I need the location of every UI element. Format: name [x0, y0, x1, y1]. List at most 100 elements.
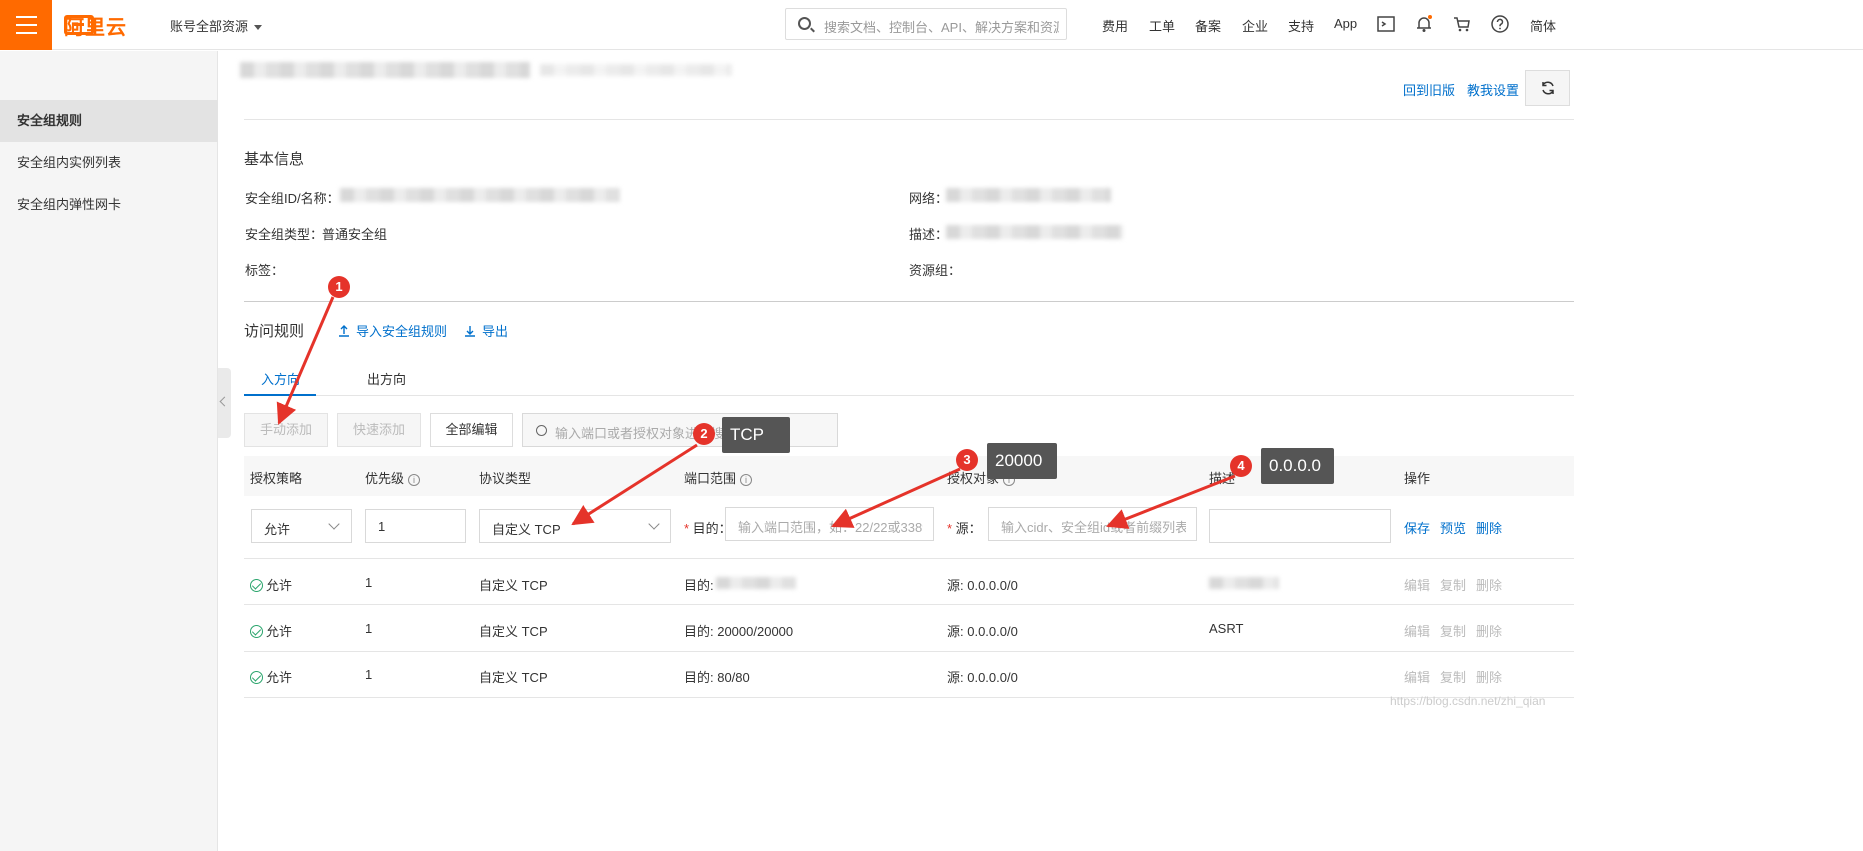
- nav-enterprise[interactable]: 企业: [1242, 16, 1268, 35]
- caret-down-icon: [254, 25, 263, 31]
- delete-link[interactable]: 删除: [1476, 575, 1502, 594]
- import-rules-link[interactable]: 导入安全组规则: [338, 321, 447, 340]
- sidebar-item-instances[interactable]: 安全组内实例列表: [0, 142, 218, 184]
- source-label: * 源：: [947, 518, 982, 537]
- menu-icon[interactable]: [0, 0, 52, 50]
- tab-inbound[interactable]: 入方向: [261, 369, 300, 388]
- required-asterisk: *: [684, 521, 693, 536]
- check-circle-icon: [250, 671, 263, 684]
- edit-link[interactable]: 编辑: [1404, 621, 1430, 640]
- row-divider: [244, 651, 1574, 652]
- search-placeholder: 搜索文档、控制台、API、解决方案和资源: [824, 20, 1059, 35]
- edit-link[interactable]: 编辑: [1404, 667, 1430, 686]
- port-cell: 目的: 80/80: [684, 670, 750, 685]
- priority-cell: 1: [365, 575, 373, 590]
- info-icon[interactable]: i: [408, 474, 421, 486]
- sg-type-value: 普通安全组: [322, 227, 388, 242]
- global-search[interactable]: 搜索文档、控制台、API、解决方案和资源: [785, 8, 1067, 40]
- col-port-range: 端口范围 i: [684, 468, 753, 487]
- download-icon: [465, 326, 475, 337]
- redacted-page-subtitle: [540, 64, 732, 76]
- source-cell: 源: 0.0.0.0/0: [947, 670, 1018, 685]
- sidebar-item-eni[interactable]: 安全组内弹性网卡: [0, 184, 218, 226]
- port-range-input[interactable]: 输入端口范围，如：22/22或3389/3389: [725, 507, 934, 541]
- save-link[interactable]: 保存: [1404, 518, 1430, 537]
- policy-select[interactable]: 允许: [251, 509, 352, 543]
- row-divider: [244, 558, 1574, 559]
- chevron-down-icon: [648, 518, 660, 530]
- manual-add-button[interactable]: 手动添加: [244, 413, 328, 447]
- description-label: 描述：: [909, 227, 949, 242]
- source-placeholder: 输入cidr、安全组id或者前缀列表: [1001, 520, 1186, 535]
- redacted-page-title: [240, 62, 530, 78]
- row-divider: [244, 604, 1574, 605]
- description-input[interactable]: [1209, 509, 1391, 543]
- redacted-description: [946, 225, 1123, 239]
- policy-cell: 允许: [250, 667, 292, 686]
- sidebar-collapse-handle[interactable]: [218, 368, 231, 438]
- delete-link[interactable]: 删除: [1476, 621, 1502, 640]
- col-actions: 操作: [1404, 471, 1431, 486]
- copy-link[interactable]: 复制: [1440, 667, 1466, 686]
- protocol-select-value: 自定义 TCP: [492, 522, 561, 537]
- sidebar-item-sg-rules[interactable]: 安全组规则: [0, 100, 218, 142]
- delete-link[interactable]: 删除: [1476, 667, 1502, 686]
- policy-cell: 允许: [250, 575, 292, 594]
- copy-link[interactable]: 复制: [1440, 621, 1466, 640]
- nav-fees[interactable]: 费用: [1102, 16, 1128, 35]
- delete-link[interactable]: 删除: [1476, 518, 1502, 537]
- preview-link[interactable]: 预览: [1440, 518, 1466, 537]
- refresh-icon: [1542, 81, 1554, 95]
- port-range-placeholder: 输入端口范围，如：22/22或3389/3389: [738, 520, 923, 535]
- network-label: 网络：: [909, 191, 949, 206]
- export-link[interactable]: 导出: [464, 321, 508, 340]
- account-resource-selector[interactable]: 账号全部资源: [170, 16, 263, 35]
- rule-filter-input[interactable]: 输入端口或者授权对象进行搜索: [522, 413, 838, 447]
- search-icon: [798, 17, 811, 30]
- help-icon[interactable]: [1490, 14, 1510, 34]
- upload-icon: [339, 325, 349, 337]
- sidebar: 安全组规则 安全组内实例列表 安全组内弹性网卡: [0, 51, 218, 851]
- protocol-select[interactable]: 自定义 TCP: [479, 509, 671, 543]
- policy-cell: 允许: [250, 621, 292, 640]
- redacted-sg-id: [340, 188, 620, 202]
- refresh-button[interactable]: [1525, 70, 1570, 106]
- check-circle-icon: [250, 579, 263, 592]
- priority-cell: 1: [365, 667, 373, 682]
- edit-link[interactable]: 编辑: [1404, 575, 1430, 594]
- source-input[interactable]: 输入cidr、安全组id或者前缀列表: [988, 507, 1197, 541]
- description-cell: ASRT: [1209, 621, 1244, 636]
- logo-text: 阿里云: [64, 16, 127, 39]
- edit-all-button[interactable]: 全部编辑: [430, 413, 513, 447]
- tab-outbound[interactable]: 出方向: [367, 369, 406, 388]
- col-priority-label: 优先级: [365, 471, 405, 486]
- source-label-text: 源：: [955, 521, 982, 536]
- port-cell: 目的:: [684, 578, 714, 593]
- priority-input[interactable]: 1: [365, 509, 466, 543]
- terminal-icon[interactable]: [1376, 14, 1396, 34]
- priority-input-value: 1: [378, 519, 386, 534]
- quick-add-button[interactable]: 快速添加: [337, 413, 421, 447]
- nav-support[interactable]: 支持: [1288, 16, 1314, 35]
- back-to-old-version-link[interactable]: 回到旧版: [1403, 80, 1455, 99]
- teach-me-setup-link[interactable]: 教我设置: [1467, 80, 1519, 99]
- aliyun-logo[interactable]: 阿里云: [64, 12, 126, 39]
- cart-icon[interactable]: [1452, 14, 1472, 34]
- active-tab-indicator: [244, 394, 316, 396]
- nav-app[interactable]: App: [1334, 16, 1357, 31]
- language-switch[interactable]: 简体: [1530, 16, 1556, 35]
- export-label: 导出: [482, 324, 509, 339]
- policy-value: 允许: [266, 624, 293, 639]
- annotation-badge-3: 3: [956, 449, 978, 471]
- copy-link[interactable]: 复制: [1440, 575, 1466, 594]
- import-rules-label: 导入安全组规则: [356, 324, 448, 339]
- info-icon[interactable]: i: [740, 474, 753, 486]
- col-policy: 授权策略: [250, 471, 303, 486]
- nav-tickets[interactable]: 工单: [1149, 16, 1175, 35]
- nav-icp[interactable]: 备案: [1195, 16, 1221, 35]
- bell-icon[interactable]: [1414, 14, 1434, 34]
- redacted-network: [946, 188, 1111, 202]
- access-rules-title: 访问规则: [244, 323, 305, 340]
- annotation-tag-ip: 0.0.0.0: [1261, 448, 1334, 484]
- tabs-divider: [316, 395, 1574, 396]
